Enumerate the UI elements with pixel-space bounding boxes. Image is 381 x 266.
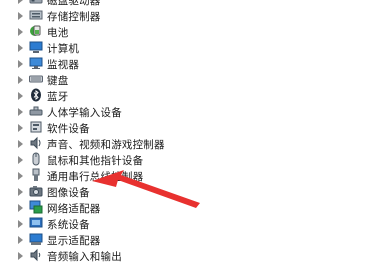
tree-item-label: 监视器	[47, 59, 80, 71]
expand-arrow-icon[interactable]	[18, 28, 23, 36]
expand-arrow-icon[interactable]	[18, 204, 23, 212]
tree-item-usb-controllers[interactable]: 通用串行总线控制器	[0, 168, 220, 184]
expand-arrow-icon[interactable]	[18, 12, 23, 20]
tree-item-label: 音频输入和输出	[47, 251, 122, 263]
tree-item-label: 人体学输入设备	[47, 107, 122, 119]
expand-arrow-icon[interactable]	[18, 60, 23, 68]
software-device-icon	[30, 121, 42, 133]
audio-io-icon	[30, 248, 41, 262]
display-adapter-icon	[29, 233, 43, 245]
system-device-icon	[29, 217, 43, 228]
tree-item-mice-pointing-devices[interactable]: 鼠标和其他指针设备	[0, 152, 220, 168]
tree-item-keyboards[interactable]: 键盘	[0, 72, 220, 88]
expand-arrow-icon[interactable]	[18, 76, 23, 84]
tree-item-label: 声音、视频和游戏控制器	[47, 139, 165, 151]
tree-item-display-adapters[interactable]: 显示适配器	[0, 232, 220, 248]
expand-arrow-icon[interactable]	[18, 188, 23, 196]
tree-item-human-interface-devices[interactable]: 人体学输入设备	[0, 104, 220, 120]
tree-item-label: 计算机	[47, 43, 80, 55]
tree-item-sound-video-game-controllers[interactable]: 声音、视频和游戏控制器	[0, 136, 220, 152]
bluetooth-icon	[31, 88, 41, 102]
tree-item-label: 通用串行总线控制器	[47, 171, 144, 183]
expand-arrow-icon[interactable]	[18, 108, 23, 116]
expand-arrow-icon[interactable]	[18, 236, 23, 244]
tree-item-label: 图像设备	[47, 187, 90, 199]
tree-item-storage-controllers[interactable]: 存储控制器	[0, 8, 220, 24]
network-adapter-icon	[29, 200, 43, 214]
tree-item-network-adapters[interactable]: 网络适配器	[0, 200, 220, 216]
tree-item-system-devices[interactable]: 系统设备	[0, 216, 220, 232]
disk-drive-icon	[29, 0, 43, 4]
battery-icon	[30, 25, 41, 36]
mouse-icon	[32, 152, 40, 166]
tree-item-bluetooth[interactable]: 蓝牙	[0, 88, 220, 104]
tree-item-computer[interactable]: 计算机	[0, 40, 220, 56]
expand-arrow-icon[interactable]	[18, 156, 23, 164]
tree-item-batteries[interactable]: 电池	[0, 24, 220, 40]
monitor-icon	[29, 57, 43, 69]
expand-arrow-icon[interactable]	[18, 140, 23, 148]
tree-item-software-devices[interactable]: 软件设备	[0, 120, 220, 136]
tree-item-disk-drives[interactable]: 磁盘驱动器	[0, 0, 220, 8]
expand-arrow-icon[interactable]	[18, 172, 23, 180]
computer-icon	[29, 41, 43, 53]
tree-item-label: 网络适配器	[47, 203, 101, 215]
tree-item-label: 存储控制器	[47, 11, 101, 23]
tree-item-label: 系统设备	[47, 219, 90, 231]
expand-arrow-icon[interactable]	[18, 44, 23, 52]
tree-item-label: 键盘	[47, 75, 69, 87]
expand-arrow-icon[interactable]	[18, 92, 23, 100]
hid-icon	[29, 106, 43, 116]
tree-item-audio-inputs-outputs[interactable]: 音频输入和输出	[0, 248, 220, 264]
expand-arrow-icon[interactable]	[18, 252, 23, 260]
usb-icon	[32, 168, 40, 181]
storage-controller-icon	[29, 10, 43, 20]
tree-item-imaging-devices[interactable]: 图像设备	[0, 184, 220, 200]
tree-item-monitors[interactable]: 监视器	[0, 56, 220, 72]
expand-arrow-icon[interactable]	[18, 124, 23, 132]
tree-item-label: 软件设备	[47, 123, 90, 135]
sound-icon	[30, 136, 41, 150]
expand-arrow-icon[interactable]	[18, 0, 23, 4]
keyboard-icon	[29, 75, 43, 83]
imaging-device-icon	[29, 186, 43, 197]
tree-item-label: 电池	[47, 27, 69, 39]
tree-item-label: 鼠标和其他指针设备	[47, 155, 144, 167]
expand-arrow-icon[interactable]	[18, 220, 23, 228]
tree-item-label: 蓝牙	[47, 91, 69, 103]
tree-item-label: 磁盘驱动器	[47, 0, 101, 7]
tree-item-label: 显示适配器	[47, 235, 101, 247]
